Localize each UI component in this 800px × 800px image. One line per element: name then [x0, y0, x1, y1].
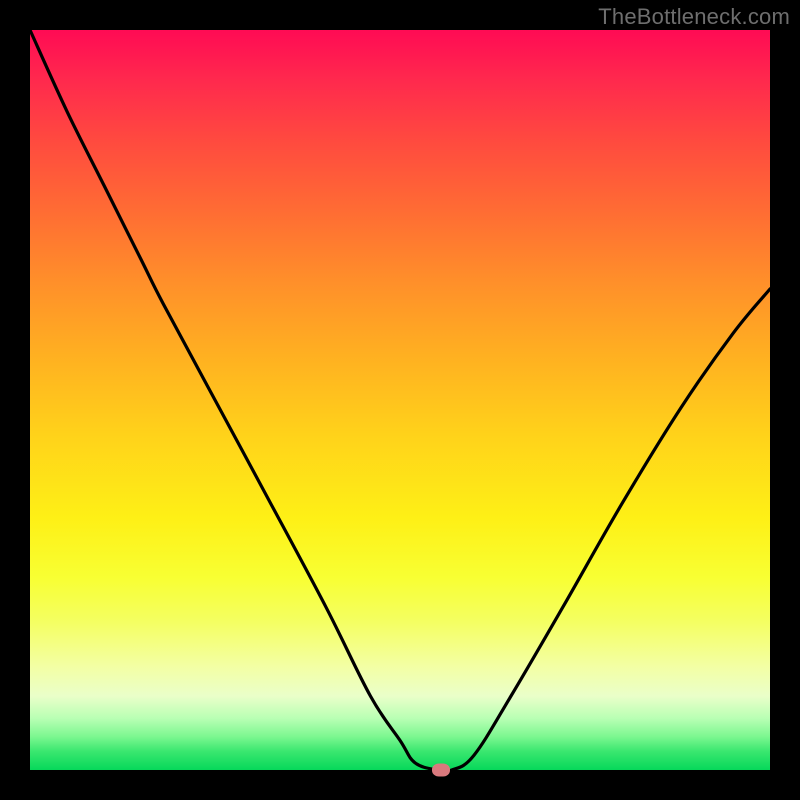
watermark-text: TheBottleneck.com: [598, 4, 790, 30]
plot-area: [30, 30, 770, 770]
chart-frame: TheBottleneck.com: [0, 0, 800, 800]
bottleneck-curve: [30, 30, 770, 770]
optimal-point-marker: [432, 764, 450, 777]
